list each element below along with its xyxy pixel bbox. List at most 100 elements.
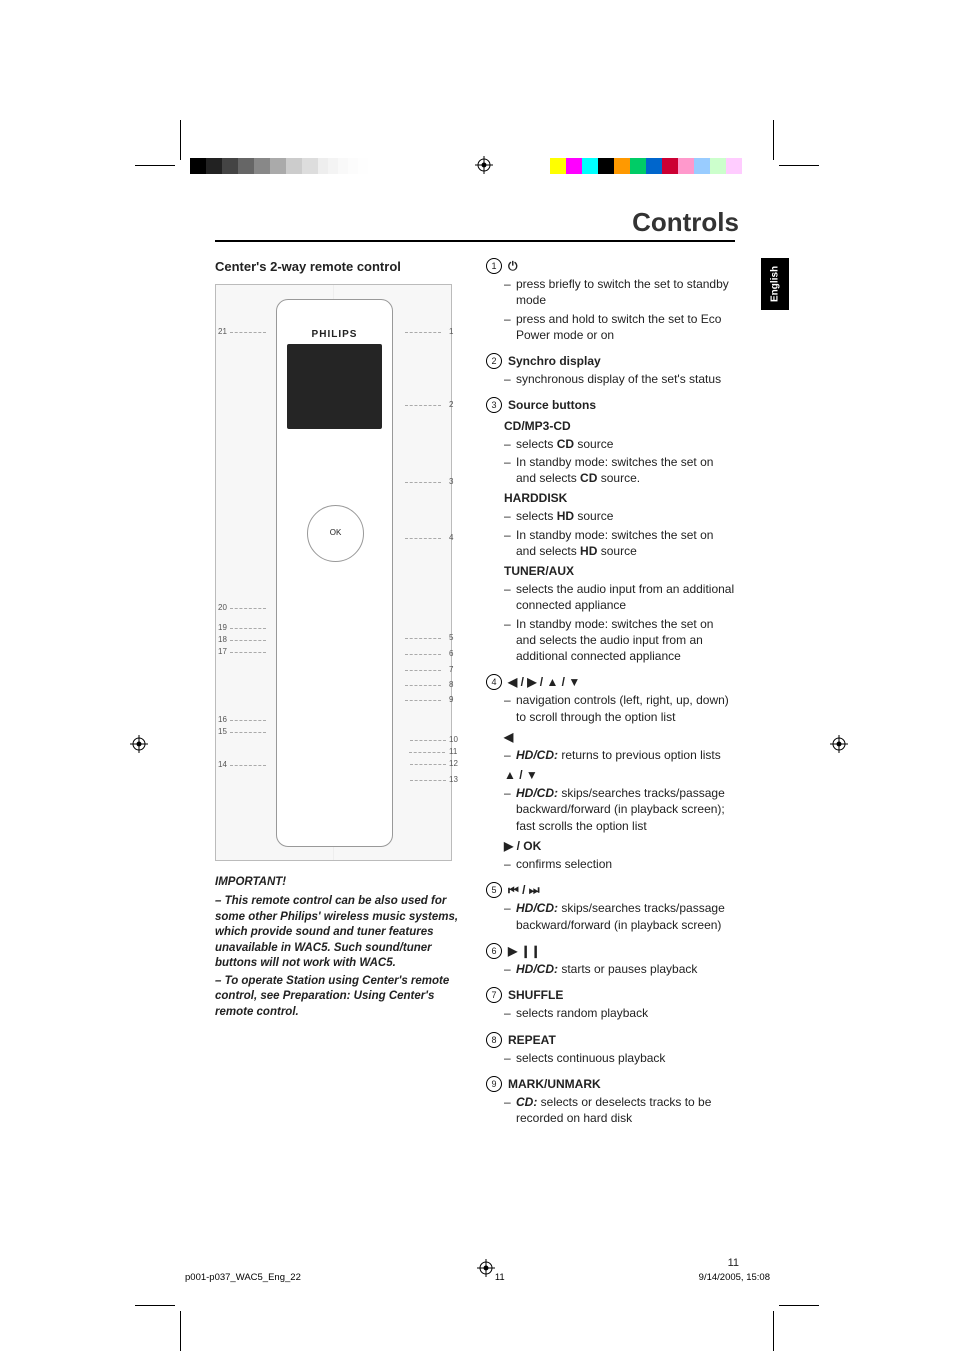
callout: 13 [449, 775, 458, 786]
callout: 17 [218, 647, 227, 658]
page: Controls English Center's 2-way remote c… [0, 0, 954, 1351]
sub-title: ▲ / ▼ [504, 767, 735, 783]
remote-subheading: Center's 2-way remote control [215, 258, 460, 276]
callout: 4 [449, 533, 453, 544]
bullet: selects CD source [504, 436, 735, 452]
remote-screen [287, 344, 382, 429]
callout: 12 [449, 759, 458, 770]
footer-file: p001-p037_WAC5_Eng_22 [185, 1272, 301, 1285]
crop-mark [135, 120, 195, 180]
bullet: HD/CD: skips/searches tracks/passage bac… [504, 900, 735, 932]
color-bar [550, 158, 742, 174]
item-number-circle: 9 [486, 1076, 502, 1092]
bullet-list: CD: selects or deselects tracks to be re… [504, 1094, 735, 1126]
item-head: 1⏻ [486, 258, 735, 274]
bullet-list: selects CD source In standby mode: switch… [504, 436, 735, 487]
item-label-glyph: ▶ ❙❙ [508, 943, 541, 959]
ok-ring: OK [307, 505, 364, 562]
callout: 18 [218, 635, 227, 646]
item-number-circle: 6 [486, 943, 502, 959]
bullet: HD/CD: starts or pauses playback [504, 961, 735, 977]
item-label: SHUFFLE [508, 987, 563, 1003]
bullet-list: confirms selection [504, 856, 735, 872]
sub-section: ▶ / OK confirms selection [504, 838, 735, 872]
sub-section: HARDDISK selects HD sourceIn standby mode… [504, 490, 735, 559]
grayscale-bar [190, 158, 368, 174]
left-column: Center's 2-way remote control PHILIPS OK… [215, 258, 460, 1136]
item-number-circle: 2 [486, 353, 502, 369]
bullet-list: selects HD sourceIn standby mode: switch… [504, 508, 735, 559]
sub-title: HARDDISK [504, 490, 735, 506]
callout: 20 [218, 603, 227, 614]
bullet: press briefly to switch the set to stand… [504, 276, 735, 308]
item-label: MARK/UNMARK [508, 1076, 601, 1092]
item-label: Synchro display [508, 353, 601, 369]
callout: 6 [449, 649, 453, 660]
sub-section: CD/MP3-CD selects CD source In standby mod… [504, 418, 735, 487]
bullet-list: HD/CD: skips/searches tracks/passage bac… [504, 900, 735, 932]
sub-section: ▲ / ▼ HD/CD: skips/searches tracks/passag… [504, 767, 735, 834]
sub-section: TUNER/AUX selects the audio input from an… [504, 563, 735, 664]
bullet-list: selects the audio input from an addition… [504, 581, 735, 664]
bullet: confirms selection [504, 856, 735, 872]
bullet-list: HD/CD: skips/searches tracks/passage bac… [504, 785, 735, 834]
item-label: Source buttons [508, 397, 596, 413]
callout: 3 [449, 477, 453, 488]
control-item: 5 ⏮ / ⏭ HD/CD: skips/searches tracks/passa… [486, 882, 735, 933]
bullet: press and hold to switch the set to Eco … [504, 311, 735, 343]
item-head: 3Source buttons [486, 397, 735, 413]
footer-datetime: 9/14/2005, 15:08 [699, 1272, 770, 1285]
control-item: 3Source buttons CD/MP3-CD selects CD sourc… [486, 397, 735, 664]
bullet-list: HD/CD: starts or pauses playback [504, 961, 735, 977]
bullet: In standby mode: switches the set on and… [504, 527, 735, 559]
bullet: synchronous display of the set's status [504, 371, 735, 387]
item-number-circle: 5 [486, 882, 502, 898]
right-column: 1⏻press briefly to switch the set to sta… [486, 258, 735, 1136]
bullet: selects the audio input from an addition… [504, 581, 735, 613]
callout: 14 [218, 760, 227, 771]
bullet: CD: selects or deselects tracks to be re… [504, 1094, 735, 1126]
bullet: In standby mode: switches the set on and… [504, 616, 735, 665]
content: Center's 2-way remote control PHILIPS OK… [215, 258, 735, 1136]
item-head: 8REPEAT [486, 1032, 735, 1048]
callout: 1 [449, 327, 453, 338]
item-head: 5 ⏮ / ⏭ [486, 882, 735, 898]
bullet: navigation controls (left, right, up, do… [504, 692, 735, 724]
item-label-glyph: ◀ / ▶ / ▲ / ▼ [508, 674, 580, 690]
item-number-circle: 1 [486, 258, 502, 274]
callout: 9 [449, 695, 453, 706]
bullet: In standby mode: switches the set on and… [504, 454, 735, 486]
callout: 19 [218, 623, 227, 634]
bullet-list: HD/CD: returns to previous option lists [504, 747, 735, 763]
footer: p001-p037_WAC5_Eng_22 11 9/14/2005, 15:0… [185, 1272, 770, 1285]
control-item: 9 MARK/UNMARK CD: selects or deselects tra… [486, 1076, 735, 1127]
sub-title: ◀ [504, 729, 735, 745]
item-label-glyph: ⏮ / ⏭ [508, 882, 540, 898]
important-paragraph: – This remote control can be also used f… [215, 894, 460, 972]
sub-title: CD/MP3-CD [504, 418, 735, 434]
bullet-list: selects continuous playback [504, 1050, 735, 1066]
sub-title: ▶ / OK [504, 838, 735, 854]
crop-mark [135, 1291, 195, 1351]
callout: 11 [449, 747, 457, 758]
item-head: 9 MARK/UNMARK [486, 1076, 735, 1092]
item-number-circle: 4 [486, 674, 502, 690]
title-underline [215, 240, 735, 242]
sub-title: TUNER/AUX [504, 563, 735, 579]
bullet: selects random playback [504, 1005, 735, 1021]
item-label-glyph: ⏻ [508, 258, 518, 274]
callout: 10 [449, 735, 458, 746]
callout: 8 [449, 680, 453, 691]
item-label: REPEAT [508, 1032, 556, 1048]
registration-mark-icon [830, 735, 848, 753]
control-item: 7SHUFFLE selects random playback [486, 987, 735, 1021]
bullet-list: selects random playback [504, 1005, 735, 1021]
item-head: 6 ▶ ❙❙ [486, 943, 735, 959]
important-title: IMPORTANT! [215, 875, 460, 891]
crop-mark [759, 120, 819, 180]
bullet-list: press briefly to switch the set to stand… [504, 276, 735, 343]
item-head: 7SHUFFLE [486, 987, 735, 1003]
language-tab: English [761, 258, 789, 310]
callout: 2 [449, 400, 453, 411]
page-number: 11 [728, 1256, 739, 1271]
